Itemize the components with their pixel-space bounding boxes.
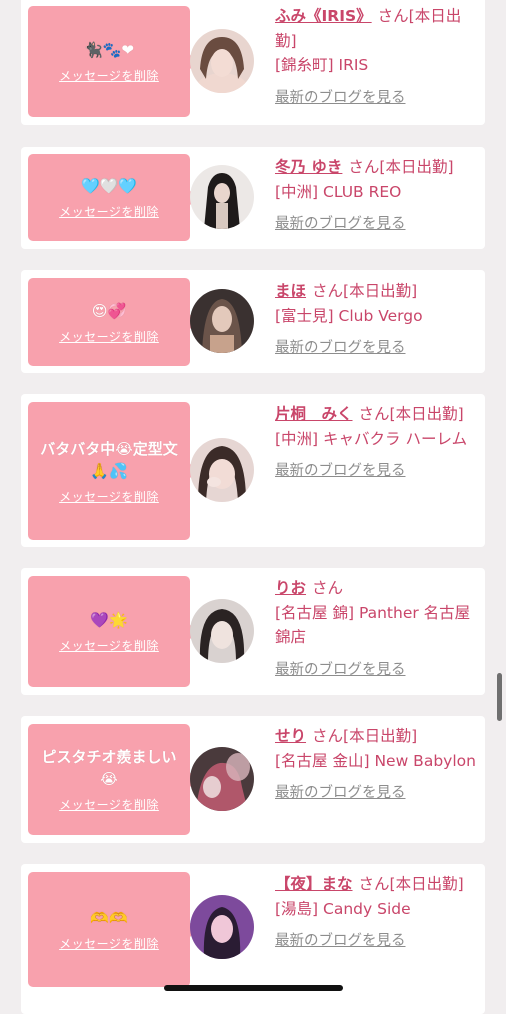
cast-info: まほ さん[本日出勤] [富士見] Club Vergo 最新のブログを見る	[275, 279, 480, 361]
cast-name-link[interactable]: ふみ《IRIS》	[275, 7, 372, 25]
cast-name-link[interactable]: 片桐 みく	[275, 405, 353, 423]
shop-name: [湯島] Candy Side	[275, 899, 411, 918]
blog-link[interactable]: 最新のブログを見る	[275, 662, 406, 678]
list-item: ピスタチオ羨ましい😭 メッセージを削除 せり さん[本日出勤] [名古屋 金山] …	[21, 716, 485, 843]
cast-name-link[interactable]: 冬乃 ゆき	[275, 158, 342, 176]
cast-name-link[interactable]: りお	[275, 579, 306, 597]
cast-suffix: さん	[312, 579, 344, 597]
list-item: 🩵🤍🩵 メッセージを削除 冬乃 ゆき さん[本日出勤] [中洲] CLUB REO…	[21, 147, 485, 249]
cast-suffix: さん[本日出勤]	[312, 727, 418, 745]
avatar[interactable]	[190, 747, 254, 811]
message-text: ピスタチオ羨ましい😭	[41, 748, 177, 788]
message-text: 😍💞	[91, 301, 127, 320]
avatar[interactable]	[190, 438, 254, 502]
shop-name: [中洲] キャバクラ ハーレム	[275, 429, 468, 448]
blog-link[interactable]: 最新のブログを見る	[275, 216, 406, 232]
message-bubble: バタバタ中😭定型文🙏💦 メッセージを削除	[28, 402, 197, 540]
home-indicator[interactable]	[164, 985, 343, 991]
avatar[interactable]	[190, 599, 254, 663]
message-bubble: 🫶🫶 メッセージを削除	[28, 872, 197, 987]
shop-name: [名古屋 錦] Panther 名古屋錦店	[275, 603, 471, 647]
delete-message-link[interactable]: メッセージを削除	[59, 67, 159, 84]
message-bubble: 🐈‍⬛🐾❤ メッセージを削除	[28, 6, 197, 117]
delete-message-link[interactable]: メッセージを削除	[59, 637, 159, 654]
avatar[interactable]	[190, 289, 254, 353]
message-bubble: 😍💞 メッセージを削除	[28, 278, 197, 366]
cast-suffix: さん[本日出勤]	[358, 405, 464, 423]
blog-link[interactable]: 最新のブログを見る	[275, 90, 406, 106]
message-text: 🩵🤍🩵	[80, 177, 138, 195]
avatar[interactable]	[190, 165, 254, 229]
delete-message-link[interactable]: メッセージを削除	[59, 203, 159, 220]
delete-message-link[interactable]: メッセージを削除	[59, 488, 159, 505]
cast-suffix: さん[本日出勤]	[348, 158, 454, 176]
scrollbar[interactable]	[497, 673, 502, 721]
message-bubble: 🩵🤍🩵 メッセージを削除	[28, 154, 197, 241]
cast-info: 【夜】まな さん[本日出勤] [湯島] Candy Side 最新のブログを見る	[275, 872, 480, 954]
cast-info: せり さん[本日出勤] [名古屋 金山] New Babylon 最新のブログを見…	[275, 724, 480, 806]
delete-message-link[interactable]: メッセージを削除	[59, 796, 159, 813]
list-item: バタバタ中😭定型文🙏💦 メッセージを削除 片桐 みく さん[本日出勤] [中洲] …	[21, 394, 485, 547]
list-item: 🫶🫶 メッセージを削除 【夜】まな さん[本日出勤] [湯島] Candy Sid…	[21, 864, 485, 1014]
shop-name: [富士見] Club Vergo	[275, 306, 423, 325]
cast-name-link[interactable]: せり	[275, 727, 306, 745]
cast-suffix: さん[本日出勤]	[358, 875, 464, 893]
list-item: 💜🌟 メッセージを削除 りお さん [名古屋 錦] Panther 名古屋錦店 最…	[21, 568, 485, 695]
blog-link[interactable]: 最新のブログを見る	[275, 933, 406, 949]
avatar[interactable]	[190, 29, 254, 93]
cast-name-link[interactable]: 【夜】まな	[275, 875, 353, 893]
list-item: 🐈‍⬛🐾❤ メッセージを削除 ふみ《IRIS》 さん[本日出勤] [錦糸町] IR…	[21, 0, 485, 125]
blog-link[interactable]: 最新のブログを見る	[275, 463, 406, 479]
cast-info: ふみ《IRIS》 さん[本日出勤] [錦糸町] IRIS 最新のブログを見る	[275, 4, 480, 110]
message-text: 🐈‍⬛🐾❤	[84, 41, 134, 59]
blog-link[interactable]: 最新のブログを見る	[275, 785, 406, 801]
message-text: 🫶🫶	[90, 909, 128, 927]
cast-info: りお さん [名古屋 錦] Panther 名古屋錦店 最新のブログを見る	[275, 576, 480, 682]
message-text: バタバタ中😭定型文🙏💦	[40, 439, 178, 480]
delete-message-link[interactable]: メッセージを削除	[59, 328, 159, 345]
avatar[interactable]	[190, 895, 254, 959]
cast-info: 冬乃 ゆき さん[本日出勤] [中洲] CLUB REO 最新のブログを見る	[275, 155, 480, 237]
cast-name-link[interactable]: まほ	[275, 282, 306, 300]
cast-suffix: さん[本日出勤]	[312, 282, 418, 300]
message-bubble: ピスタチオ羨ましい😭 メッセージを削除	[28, 724, 197, 835]
cast-info: 片桐 みく さん[本日出勤] [中洲] キャバクラ ハーレム 最新のブログを見る	[275, 402, 480, 484]
list-item: 😍💞 メッセージを削除 まほ さん[本日出勤] [富士見] Club Vergo …	[21, 270, 485, 373]
message-bubble: 💜🌟 メッセージを削除	[28, 576, 197, 687]
shop-name: [名古屋 金山] New Babylon	[275, 751, 476, 770]
blog-link[interactable]: 最新のブログを見る	[275, 340, 406, 356]
message-text: 💜🌟	[90, 611, 128, 629]
shop-name: [錦糸町] IRIS	[275, 56, 369, 74]
delete-message-link[interactable]: メッセージを削除	[59, 935, 159, 952]
shop-name: [中洲] CLUB REO	[275, 182, 402, 201]
